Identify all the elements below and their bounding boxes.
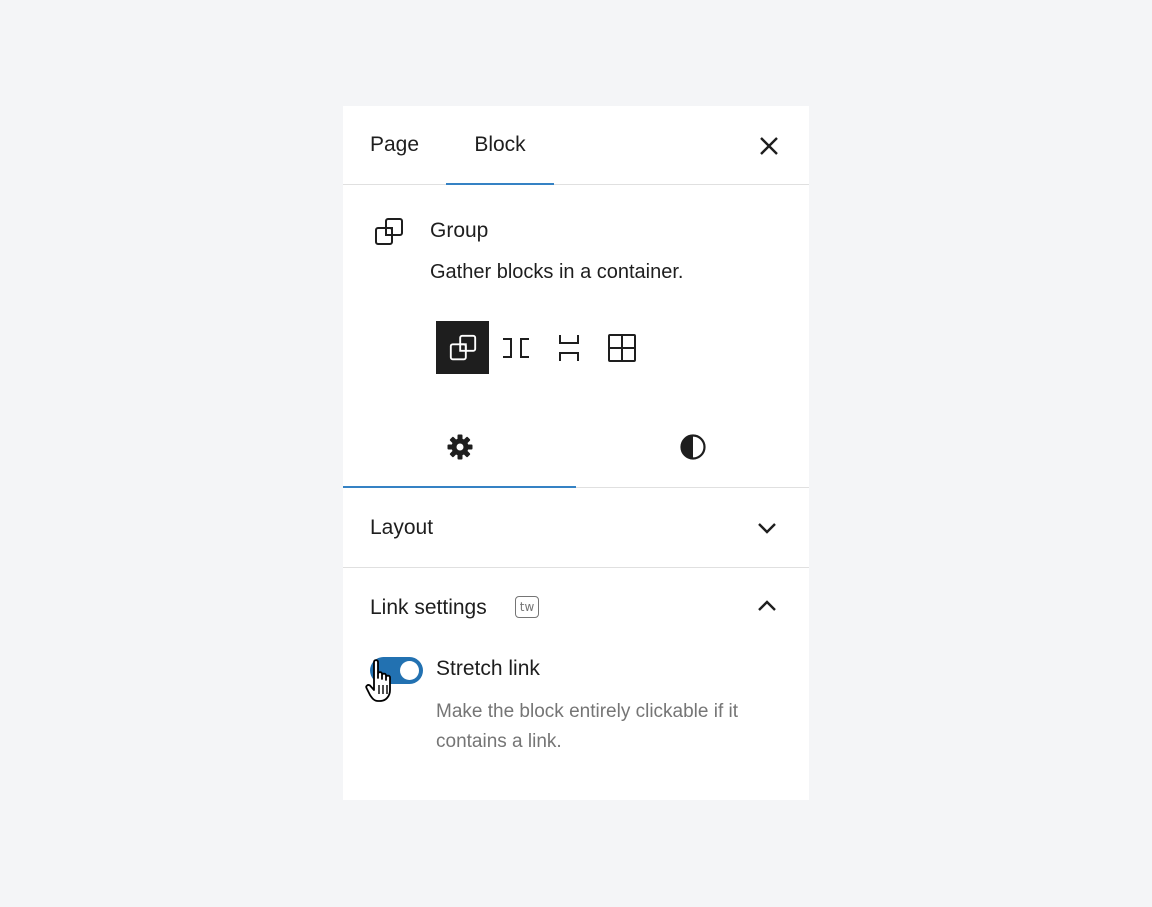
variation-stack-button[interactable] bbox=[542, 321, 595, 374]
variation-row-button[interactable] bbox=[489, 321, 542, 374]
block-title: Group bbox=[430, 219, 489, 242]
tw-badge: tw bbox=[515, 596, 539, 618]
layout-panel-toggle[interactable]: Layout bbox=[343, 488, 809, 568]
tab-settings[interactable] bbox=[343, 407, 576, 488]
gear-icon bbox=[447, 434, 472, 460]
tab-styles[interactable] bbox=[576, 407, 809, 487]
block-card: Group Gather blocks in a container. bbox=[343, 185, 809, 407]
tab-block-label: Block bbox=[474, 133, 526, 156]
grid-icon bbox=[607, 333, 636, 362]
stretch-link-help: Make the block entirely clickable if it … bbox=[436, 701, 739, 752]
chevron-up-icon bbox=[758, 600, 776, 611]
block-inspector-sidebar: Page Block Group Gather blocks in a cont… bbox=[343, 106, 809, 800]
toggle-knob bbox=[400, 661, 419, 680]
block-description: Gather blocks in a container. bbox=[430, 261, 684, 283]
tab-block[interactable]: Block bbox=[446, 106, 554, 185]
tab-page[interactable]: Page bbox=[370, 106, 422, 184]
link-settings-panel-toggle[interactable]: Link settings tw bbox=[343, 568, 809, 648]
row-icon bbox=[502, 337, 529, 358]
link-settings-title: Link settings bbox=[370, 596, 487, 619]
inspector-tabs bbox=[343, 407, 809, 488]
stack-icon bbox=[558, 334, 579, 361]
close-sidebar-button[interactable] bbox=[753, 130, 785, 162]
sidebar-tabs: Page Block bbox=[343, 106, 809, 185]
variation-group-button[interactable] bbox=[436, 321, 489, 374]
group-icon bbox=[375, 218, 403, 245]
stretch-link-toggle[interactable] bbox=[370, 657, 423, 684]
variation-grid-button[interactable] bbox=[595, 321, 648, 374]
block-variations bbox=[436, 321, 648, 374]
stretch-link-label[interactable]: Stretch link bbox=[436, 657, 540, 681]
contrast-icon bbox=[679, 434, 706, 460]
tab-page-label: Page bbox=[370, 133, 420, 156]
layout-panel-title: Layout bbox=[370, 516, 434, 539]
link-settings-panel: Link settings tw Stretch link Make the b… bbox=[343, 568, 809, 800]
chevron-down-icon bbox=[758, 523, 776, 534]
group-icon bbox=[449, 334, 476, 360]
close-icon bbox=[760, 137, 778, 155]
